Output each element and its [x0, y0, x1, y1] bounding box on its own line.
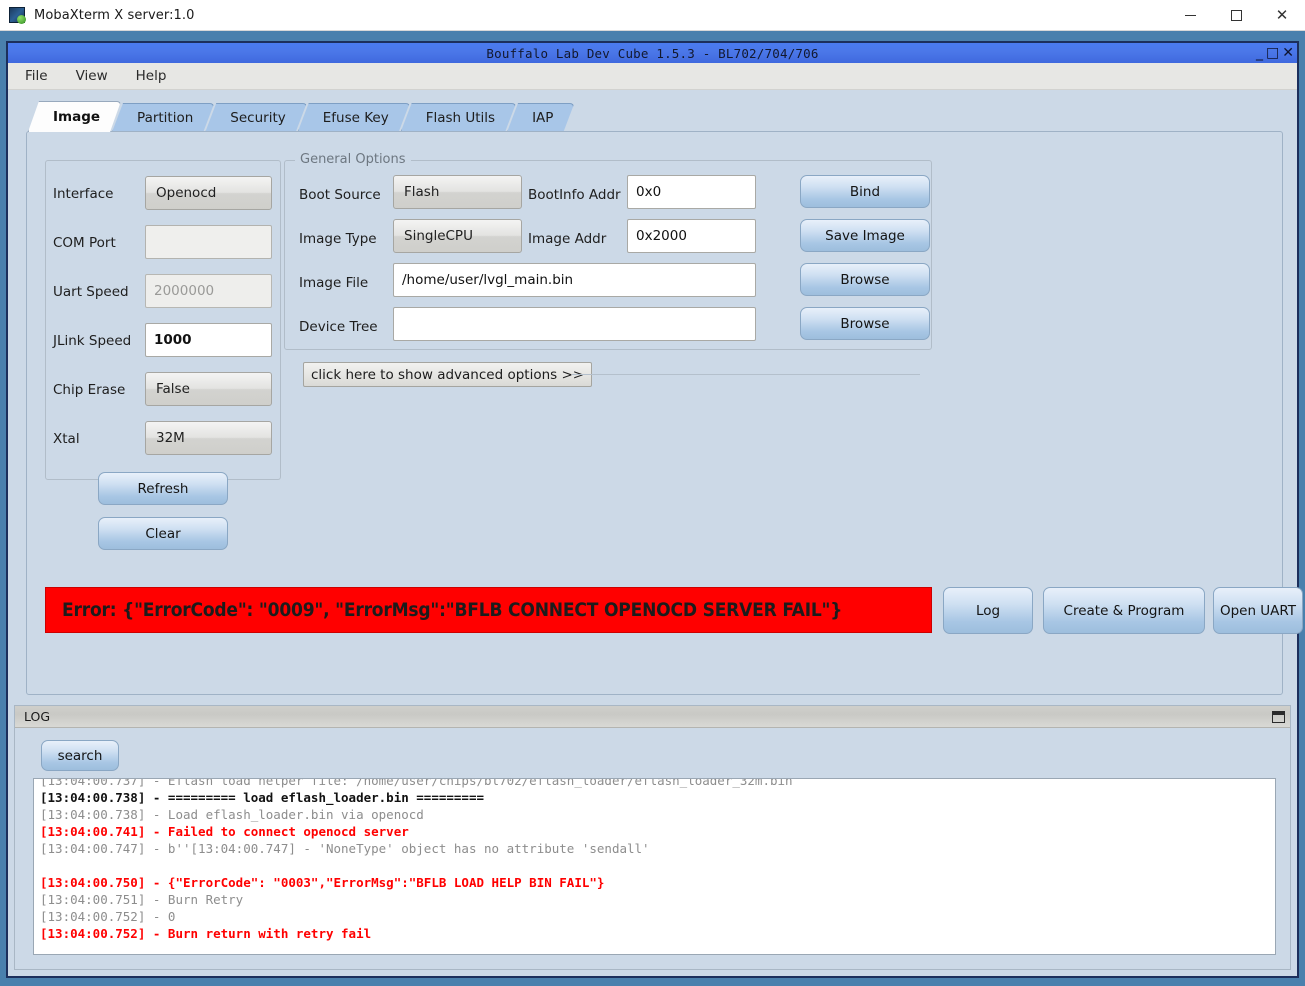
- tab-flash-utils[interactable]: Flash Utils: [401, 103, 516, 132]
- host-close-button[interactable]: ✕: [1259, 0, 1305, 31]
- label-device-tree: Device Tree: [299, 319, 378, 335]
- uart-speed-input[interactable]: 2000000: [145, 274, 272, 308]
- label-bootinfo-addr: BootInfo Addr: [528, 187, 621, 203]
- advanced-options-toggle[interactable]: click here to show advanced options >>: [303, 362, 592, 387]
- device-tree-input[interactable]: [393, 307, 756, 341]
- log-dock: LOG search [13:04:00.737] - Eflash load …: [14, 705, 1291, 970]
- menubar: File View Help: [8, 63, 1297, 90]
- label-image-file: Image File: [299, 275, 368, 291]
- x-server-desktop: Bouffalo Lab Dev Cube 1.5.3 - BL702/704/…: [0, 31, 1305, 986]
- devcube-window: Bouffalo Lab Dev Cube 1.5.3 - BL702/704/…: [6, 41, 1299, 978]
- menu-file[interactable]: File: [22, 66, 51, 86]
- label-chip-erase: Chip Erase: [53, 382, 125, 398]
- label-boot-source: Boot Source: [299, 187, 381, 203]
- log-line: [13:04:00.738] - Load eflash_loader.bin …: [40, 806, 1275, 823]
- boot-source-combo[interactable]: Flash: [393, 175, 522, 209]
- bootinfo-addr-input[interactable]: 0x0: [627, 175, 756, 209]
- label-uart-speed: Uart Speed: [53, 284, 129, 300]
- log-output[interactable]: [13:04:00.737] - Eflash load helper file…: [33, 778, 1276, 955]
- com-port-input[interactable]: [145, 225, 272, 259]
- label-jlink-speed: JLink Speed: [53, 333, 131, 349]
- image-type-combo[interactable]: SingleCPU: [393, 219, 522, 253]
- log-line: [13:04:00.750] - {"ErrorCode": "0003","E…: [40, 874, 1275, 891]
- log-line: [13:04:00.751] - Burn Retry: [40, 891, 1275, 908]
- status-error-banner: Error: {"ErrorCode": "0009", "ErrorMsg":…: [45, 587, 932, 633]
- restore-window-icon[interactable]: [1272, 711, 1285, 723]
- app-titlebar: Bouffalo Lab Dev Cube 1.5.3 - BL702/704/…: [8, 43, 1297, 63]
- menu-view[interactable]: View: [73, 66, 111, 86]
- log-line: [40, 857, 1275, 874]
- refresh-button[interactable]: Refresh: [98, 472, 228, 505]
- tab-security[interactable]: Security: [205, 103, 306, 132]
- save-image-button[interactable]: Save Image: [800, 219, 930, 252]
- host-minimize-button[interactable]: [1167, 0, 1213, 31]
- image-tab-panel: Interface Openocd COM Port Uart Speed 20…: [26, 131, 1283, 695]
- chip-erase-combo[interactable]: False: [145, 372, 272, 406]
- create-program-button[interactable]: Create & Program: [1043, 587, 1205, 634]
- bind-button[interactable]: Bind: [800, 175, 930, 208]
- app-maximize-button[interactable]: □: [1266, 43, 1279, 63]
- advanced-options-rule: [572, 374, 920, 375]
- app-window-controls: _ □ ✕: [1256, 43, 1294, 63]
- host-titlebar: MobaXterm X server:1.0 ✕: [0, 0, 1305, 31]
- app-window-title: Bouffalo Lab Dev Cube 1.5.3 - BL702/704/…: [486, 46, 818, 61]
- label-interface: Interface: [53, 186, 113, 202]
- jlink-speed-input[interactable]: 1000: [145, 323, 272, 357]
- log-line: [13:04:00.747] - b''[13:04:00.747] - 'No…: [40, 840, 1275, 857]
- label-com-port: COM Port: [53, 235, 116, 251]
- app-body: Image Partition Security Efuse Key Flash…: [8, 90, 1297, 976]
- browse-image-button[interactable]: Browse: [800, 263, 930, 296]
- label-image-type: Image Type: [299, 231, 377, 247]
- log-line: [13:04:00.737] - Eflash load helper file…: [40, 778, 1275, 789]
- log-line: [13:04:00.752] - Burn return with retry …: [40, 925, 1275, 942]
- browse-device-tree-button[interactable]: Browse: [800, 307, 930, 340]
- host-maximize-button[interactable]: [1213, 0, 1259, 31]
- tab-iap[interactable]: IAP: [507, 103, 574, 132]
- menu-help[interactable]: Help: [133, 66, 170, 86]
- log-dock-header: LOG: [15, 706, 1290, 728]
- clear-button[interactable]: Clear: [98, 517, 228, 550]
- log-line: [13:04:00.752] - 0: [40, 908, 1275, 925]
- log-line: [13:04:00.738] - ========= load eflash_l…: [40, 789, 1275, 806]
- app-minimize-button[interactable]: _: [1256, 43, 1263, 63]
- open-uart-button[interactable]: Open UART: [1213, 587, 1303, 634]
- host-window-controls: ✕: [1167, 0, 1305, 31]
- image-addr-input[interactable]: 0x2000: [627, 219, 756, 253]
- label-image-addr: Image Addr: [528, 231, 606, 247]
- interface-combo[interactable]: Openocd: [145, 176, 272, 210]
- log-dock-title: LOG: [24, 709, 50, 724]
- label-xtal: Xtal: [53, 431, 80, 447]
- host-window-title: MobaXterm X server:1.0: [34, 8, 195, 23]
- log-line: [13:04:00.741] - Failed to connect openo…: [40, 823, 1275, 840]
- log-button[interactable]: Log: [943, 587, 1033, 634]
- app-close-button[interactable]: ✕: [1282, 43, 1294, 63]
- log-search-button[interactable]: search: [41, 740, 119, 771]
- xtal-combo[interactable]: 32M: [145, 421, 272, 455]
- tab-efuse-key[interactable]: Efuse Key: [298, 103, 410, 132]
- tab-image[interactable]: Image: [28, 101, 121, 132]
- tabstrip: Image Partition Security Efuse Key Flash…: [8, 99, 1297, 132]
- general-options-title: General Options: [295, 152, 411, 167]
- tab-partition[interactable]: Partition: [112, 103, 214, 132]
- log-toolbar: search: [15, 728, 1290, 778]
- image-file-input[interactable]: /home/user/lvgl_main.bin: [393, 263, 756, 297]
- mobaxterm-icon: [9, 7, 25, 23]
